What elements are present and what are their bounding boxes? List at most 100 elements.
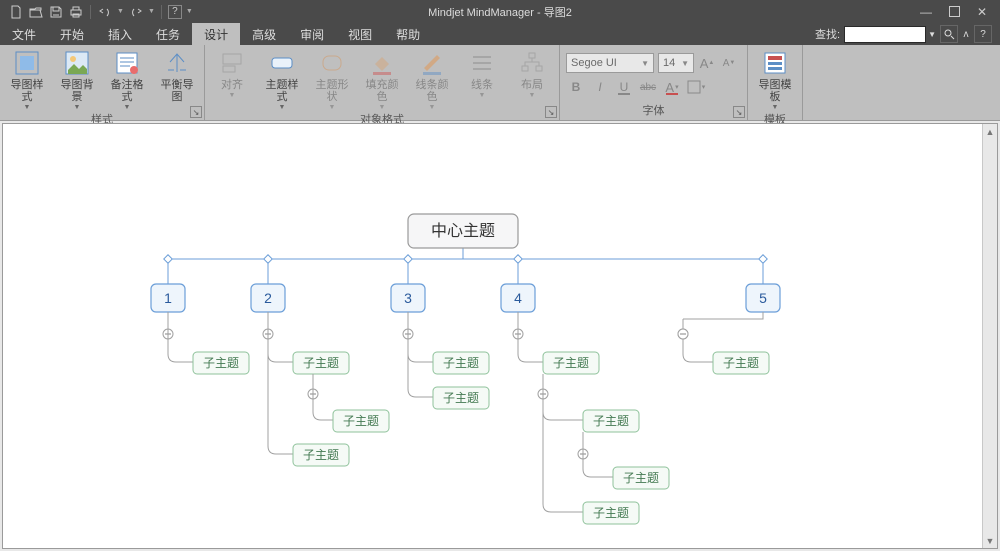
svg-text:子主题: 子主题 <box>623 471 659 485</box>
new-file-icon[interactable] <box>8 4 24 20</box>
svg-text:4: 4 <box>514 290 522 306</box>
close-icon[interactable]: ✕ <box>974 4 990 20</box>
scroll-up-icon[interactable]: ▲ <box>983 124 997 139</box>
subtopic-node[interactable]: 子主题 <box>433 352 489 374</box>
svg-text:子主题: 子主题 <box>343 414 379 428</box>
svg-text:3: 3 <box>404 290 412 306</box>
topic-style-button[interactable]: 主题样式 ▼ <box>261 49 303 111</box>
note-style-icon <box>113 49 141 77</box>
svg-text:子主题: 子主题 <box>443 356 479 370</box>
subtopic-node[interactable]: 子主题 <box>713 352 769 374</box>
tab-task[interactable]: 任务 <box>144 23 192 46</box>
qat-customize-icon[interactable]: ▼ <box>186 8 193 15</box>
objfmt-launcher-icon[interactable]: ↘ <box>545 106 557 118</box>
align-button: 对齐 ▼ <box>211 49 253 99</box>
maximize-icon[interactable] <box>946 4 962 20</box>
redo-dropdown-icon[interactable]: ▼ <box>148 8 155 15</box>
font-launcher-icon[interactable]: ↘ <box>733 106 745 118</box>
vertical-scrollbar[interactable]: ▲ ▼ <box>982 124 997 548</box>
map-styles-button[interactable]: 导图样式 ▼ <box>6 49 48 111</box>
fill-color-button: 填充颜色 ▼ <box>361 49 403 111</box>
tab-insert[interactable]: 插入 <box>96 23 144 46</box>
ribbon-group-label-font: 字体 <box>566 102 741 120</box>
svg-text:中心主题: 中心主题 <box>431 222 495 240</box>
bold-icon: B <box>566 77 586 97</box>
collapse-ribbon-icon[interactable]: ʌ <box>960 25 972 43</box>
minimize-icon[interactable]: — <box>918 4 934 20</box>
grow-font-icon: A▲ <box>698 53 716 73</box>
svg-text:子主题: 子主题 <box>723 356 759 370</box>
balance-map-button[interactable]: 平衡导图 <box>156 49 198 103</box>
svg-text:子主题: 子主题 <box>443 391 479 405</box>
highlight-icon: ▾ <box>686 77 706 97</box>
ribbon-group-style: 导图样式 ▼ 导图背景 ▼ 备注格式 ▼ 平衡导图 样式 ↘ <box>0 45 205 120</box>
search-go-icon[interactable] <box>940 25 958 43</box>
topic-3-node[interactable]: 3 <box>391 284 425 312</box>
mind-map: 中心主题 1 子主题 2 子主题 子主题 子主题 3 子主题 子主题 4 子主题… <box>3 124 997 548</box>
svg-text:5: 5 <box>759 290 767 306</box>
subtopic-node[interactable]: 子主题 <box>293 352 349 374</box>
map-template-button[interactable]: 导图模板 ▼ <box>754 49 796 111</box>
strike-icon: abc <box>638 77 658 97</box>
help-button-icon[interactable]: ? <box>974 25 992 43</box>
ribbon-group-template: 导图模板 ▼ 模板 <box>748 45 803 120</box>
tab-advanced[interactable]: 高级 <box>240 23 288 46</box>
topic-2-node[interactable]: 2 <box>251 284 285 312</box>
tab-design[interactable]: 设计 <box>192 23 240 46</box>
font-color-icon: A▾ <box>662 77 682 97</box>
topic-4-node[interactable]: 4 <box>501 284 535 312</box>
subtopic-node[interactable]: 子主题 <box>613 467 669 489</box>
shape-icon <box>318 49 346 77</box>
scroll-down-icon[interactable]: ▼ <box>983 533 997 548</box>
topic-1-node[interactable]: 1 <box>151 284 185 312</box>
line-color-button: 线条颜色 ▼ <box>411 49 453 111</box>
save-icon[interactable] <box>48 4 64 20</box>
search-label: 查找: <box>815 26 840 42</box>
redo-icon[interactable] <box>128 4 144 20</box>
styles-icon <box>13 49 41 77</box>
search-area: 查找: ▼ ʌ ? <box>815 25 1000 43</box>
tab-view[interactable]: 视图 <box>336 23 384 46</box>
subtopic-node[interactable]: 子主题 <box>293 444 349 466</box>
tab-home[interactable]: 开始 <box>48 23 96 46</box>
open-file-icon[interactable] <box>28 4 44 20</box>
map-background-button[interactable]: 导图背景 ▼ <box>56 49 98 111</box>
layout-button: 布局 ▼ <box>511 49 553 99</box>
align-icon <box>218 49 246 77</box>
fill-icon <box>368 49 396 77</box>
background-icon <box>63 49 91 77</box>
svg-text:子主题: 子主题 <box>303 356 339 370</box>
balance-icon <box>163 49 191 77</box>
tab-help[interactable]: 帮助 <box>384 23 432 46</box>
subtopic-node[interactable]: 子主题 <box>583 410 639 432</box>
linecolor-icon <box>418 49 446 77</box>
central-topic-node[interactable]: 中心主题 <box>408 214 518 248</box>
lines-button: 线条 ▼ <box>461 49 503 99</box>
tab-review[interactable]: 审阅 <box>288 23 336 46</box>
subtopic-node[interactable]: 子主题 <box>583 502 639 524</box>
subtopic-node[interactable]: 子主题 <box>333 410 389 432</box>
subtopic-node[interactable]: 子主题 <box>193 352 249 374</box>
font-family-select[interactable]: Segoe UI▼ <box>566 53 654 73</box>
svg-text:1: 1 <box>164 290 172 306</box>
ribbon-group-font: Segoe UI▼ 14▼ A▲ A▼ B I U abc A▾ ▾ 字体 ↘ <box>560 45 748 120</box>
map-canvas[interactable]: 中心主题 1 子主题 2 子主题 子主题 子主题 3 子主题 子主题 4 子主题… <box>2 123 998 549</box>
window-title: Mindjet MindManager - 导图2 <box>428 4 572 20</box>
undo-dropdown-icon[interactable]: ▼ <box>117 8 124 15</box>
italic-icon: I <box>590 77 610 97</box>
tab-file[interactable]: 文件 <box>0 23 48 46</box>
font-size-select[interactable]: 14▼ <box>658 53 694 73</box>
print-icon[interactable] <box>68 4 84 20</box>
help-icon[interactable]: ? <box>168 5 182 19</box>
subtopic-node[interactable]: 子主题 <box>433 387 489 409</box>
topic-5-node[interactable]: 5 <box>746 284 780 312</box>
subtopic-node[interactable]: 子主题 <box>543 352 599 374</box>
style-launcher-icon[interactable]: ↘ <box>190 106 202 118</box>
ribbon-group-object-format: 对齐 ▼ 主题样式 ▼ 主题形状 ▼ 填充颜色 ▼ 线条颜色 ▼ <box>205 45 560 120</box>
undo-icon[interactable] <box>97 4 113 20</box>
topic-shape-button: 主题形状 ▼ <box>311 49 353 111</box>
svg-text:子主题: 子主题 <box>593 506 629 520</box>
underline-icon: U <box>614 77 634 97</box>
search-input[interactable] <box>844 26 926 43</box>
note-styles-button[interactable]: 备注格式 ▼ <box>106 49 148 111</box>
